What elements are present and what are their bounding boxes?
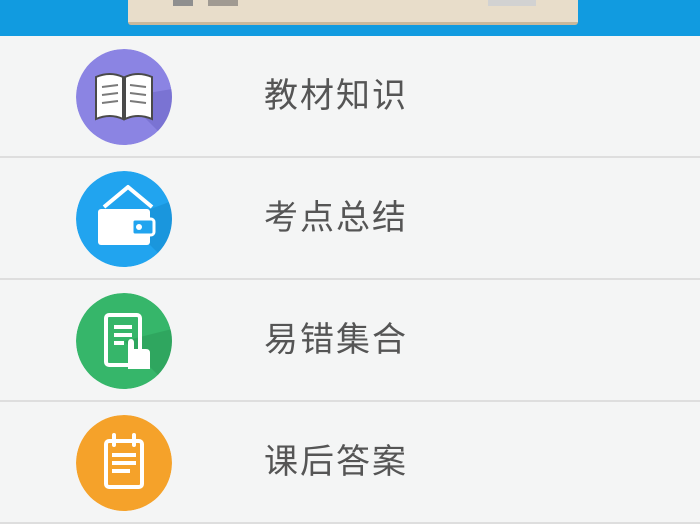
menu-item-error-prone-collection[interactable]: 易错集合 [0,280,700,402]
menu-item-textbook-knowledge[interactable]: 教材知识 [0,36,700,158]
book-illustration [173,0,193,6]
menu-item-label: 课后答案 [264,442,408,482]
notepad-icon [76,415,172,511]
header-banner [0,0,700,36]
menu-item-label: 考点总结 [264,198,408,238]
menu-item-homework-answers[interactable]: 课后答案 [0,402,700,524]
book-illustration [208,0,238,6]
menu-item-key-points-summary[interactable]: 考点总结 [0,158,700,280]
menu-item-label: 易错集合 [264,320,408,360]
menu-item-label: 教材知识 [264,76,408,116]
wallet-icon [76,171,172,267]
menu-list: 教材知识 考点总结 易错集合 课后答案 [0,36,700,524]
document-touch-icon [76,293,172,389]
book-icon [76,49,172,145]
bookshelf-illustration [128,0,578,25]
book-illustration [488,0,536,6]
